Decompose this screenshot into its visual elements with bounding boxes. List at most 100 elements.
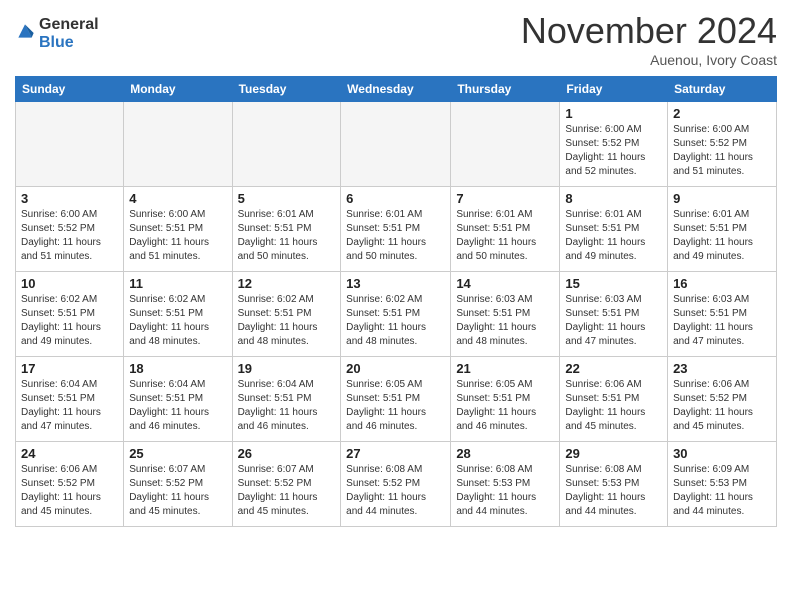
calendar-cell-2-7: 9 Sunrise: 6:01 AM Sunset: 5:51 PM Daylig… bbox=[668, 187, 777, 272]
day-number: 23 bbox=[673, 361, 771, 376]
page: General Blue November 2024 Auenou, Ivory… bbox=[0, 0, 792, 542]
calendar-cell-5-6: 29 Sunrise: 6:08 AM Sunset: 5:53 PM Dayli… bbox=[560, 442, 668, 527]
calendar-header-row: Sunday Monday Tuesday Wednesday Thursday… bbox=[16, 77, 777, 102]
calendar-cell-4-5: 21 Sunrise: 6:05 AM Sunset: 5:51 PM Dayli… bbox=[451, 357, 560, 442]
logo-icon bbox=[15, 21, 35, 41]
calendar-cell-4-1: 17 Sunrise: 6:04 AM Sunset: 5:51 PM Dayli… bbox=[16, 357, 124, 442]
day-number: 29 bbox=[565, 446, 662, 461]
day-info: Sunrise: 6:02 AM Sunset: 5:51 PM Dayligh… bbox=[346, 293, 445, 349]
header: General Blue November 2024 Auenou, Ivory… bbox=[15, 10, 777, 68]
day-number: 24 bbox=[21, 446, 118, 461]
day-info: Sunrise: 6:03 AM Sunset: 5:51 PM Dayligh… bbox=[565, 293, 662, 349]
calendar-cell-2-3: 5Sunrise: 6:01 AM Sunset: 5:51 PM Daylig… bbox=[232, 187, 341, 272]
header-friday: Friday bbox=[560, 77, 668, 102]
calendar-cell-3-4: 13 Sunrise: 6:02 AM Sunset: 5:51 PM Dayli… bbox=[341, 272, 451, 357]
day-number: 7 bbox=[456, 191, 554, 206]
calendar-cell-3-5: 14 Sunrise: 6:03 AM Sunset: 5:51 PM Dayli… bbox=[451, 272, 560, 357]
day-number: 1 bbox=[565, 106, 662, 121]
day-info: Sunrise: 6:04 AM Sunset: 5:51 PM Dayligh… bbox=[238, 378, 336, 434]
day-number: 15 bbox=[565, 276, 662, 291]
day-number: 30 bbox=[673, 446, 771, 461]
day-info: Sunrise: 6:00 AM Sunset: 5:52 PM Dayligh… bbox=[565, 123, 662, 179]
header-tuesday: Tuesday bbox=[232, 77, 341, 102]
calendar-cell-4-2: 18 Sunrise: 6:04 AM Sunset: 5:51 PM Dayli… bbox=[124, 357, 232, 442]
day-info: Sunrise: 6:04 AM Sunset: 5:51 PM Dayligh… bbox=[21, 378, 118, 434]
day-number: 26 bbox=[238, 446, 336, 461]
day-number: 4 bbox=[129, 191, 226, 206]
calendar-cell-3-6: 15 Sunrise: 6:03 AM Sunset: 5:51 PM Dayli… bbox=[560, 272, 668, 357]
calendar-cell-4-3: 19 Sunrise: 6:04 AM Sunset: 5:51 PM Dayli… bbox=[232, 357, 341, 442]
calendar-cell-5-1: 24 Sunrise: 6:06 AM Sunset: 5:52 PM Dayli… bbox=[16, 442, 124, 527]
day-number: 18 bbox=[129, 361, 226, 376]
day-number: 6 bbox=[346, 191, 445, 206]
week-row-5: 24 Sunrise: 6:06 AM Sunset: 5:52 PM Dayli… bbox=[16, 442, 777, 527]
calendar-cell-3-7: 16Sunrise: 6:03 AM Sunset: 5:51 PM Dayli… bbox=[668, 272, 777, 357]
calendar-cell-4-7: 23 Sunrise: 6:06 AM Sunset: 5:52 PM Dayli… bbox=[668, 357, 777, 442]
day-info: Sunrise: 6:08 AM Sunset: 5:53 PM Dayligh… bbox=[456, 463, 554, 519]
header-monday: Monday bbox=[124, 77, 232, 102]
calendar-cell-2-4: 6 Sunrise: 6:01 AM Sunset: 5:51 PM Daylig… bbox=[341, 187, 451, 272]
calendar-cell-4-4: 20Sunrise: 6:05 AM Sunset: 5:51 PM Dayli… bbox=[341, 357, 451, 442]
day-number: 21 bbox=[456, 361, 554, 376]
day-info: Sunrise: 6:05 AM Sunset: 5:51 PM Dayligh… bbox=[456, 378, 554, 434]
calendar-cell-1-1 bbox=[16, 102, 124, 187]
day-info: Sunrise: 6:08 AM Sunset: 5:53 PM Dayligh… bbox=[565, 463, 662, 519]
day-number: 2 bbox=[673, 106, 771, 121]
calendar-cell-5-4: 27Sunrise: 6:08 AM Sunset: 5:52 PM Dayli… bbox=[341, 442, 451, 527]
logo: General Blue bbox=[15, 16, 99, 51]
calendar-cell-1-7: 2 Sunrise: 6:00 AM Sunset: 5:52 PM Daylig… bbox=[668, 102, 777, 187]
calendar-cell-3-2: 11Sunrise: 6:02 AM Sunset: 5:51 PM Dayli… bbox=[124, 272, 232, 357]
day-number: 28 bbox=[456, 446, 554, 461]
header-saturday: Saturday bbox=[668, 77, 777, 102]
day-number: 14 bbox=[456, 276, 554, 291]
day-info: Sunrise: 6:06 AM Sunset: 5:51 PM Dayligh… bbox=[565, 378, 662, 434]
calendar-cell-1-2 bbox=[124, 102, 232, 187]
day-number: 3 bbox=[21, 191, 118, 206]
day-info: Sunrise: 6:07 AM Sunset: 5:52 PM Dayligh… bbox=[238, 463, 336, 519]
day-info: Sunrise: 6:01 AM Sunset: 5:51 PM Dayligh… bbox=[673, 208, 771, 264]
day-info: Sunrise: 6:03 AM Sunset: 5:51 PM Dayligh… bbox=[456, 293, 554, 349]
day-info: Sunrise: 6:06 AM Sunset: 5:52 PM Dayligh… bbox=[673, 378, 771, 434]
day-info: Sunrise: 6:06 AM Sunset: 5:52 PM Dayligh… bbox=[21, 463, 118, 519]
day-number: 25 bbox=[129, 446, 226, 461]
day-number: 17 bbox=[21, 361, 118, 376]
day-number: 13 bbox=[346, 276, 445, 291]
day-number: 5 bbox=[238, 191, 336, 206]
calendar-cell-3-1: 10Sunrise: 6:02 AM Sunset: 5:51 PM Dayli… bbox=[16, 272, 124, 357]
calendar-cell-2-6: 8 Sunrise: 6:01 AM Sunset: 5:51 PM Daylig… bbox=[560, 187, 668, 272]
day-info: Sunrise: 6:00 AM Sunset: 5:52 PM Dayligh… bbox=[673, 123, 771, 179]
day-number: 9 bbox=[673, 191, 771, 206]
day-number: 20 bbox=[346, 361, 445, 376]
calendar-cell-1-3 bbox=[232, 102, 341, 187]
month-title: November 2024 bbox=[521, 10, 777, 52]
calendar-cell-5-2: 25Sunrise: 6:07 AM Sunset: 5:52 PM Dayli… bbox=[124, 442, 232, 527]
day-number: 8 bbox=[565, 191, 662, 206]
calendar-cell-1-4 bbox=[341, 102, 451, 187]
calendar-cell-4-6: 22 Sunrise: 6:06 AM Sunset: 5:51 PM Dayli… bbox=[560, 357, 668, 442]
calendar-cell-3-3: 12Sunrise: 6:02 AM Sunset: 5:51 PM Dayli… bbox=[232, 272, 341, 357]
calendar-cell-1-6: 1 Sunrise: 6:00 AM Sunset: 5:52 PM Daylig… bbox=[560, 102, 668, 187]
header-thursday: Thursday bbox=[451, 77, 560, 102]
calendar-cell-2-5: 7 Sunrise: 6:01 AM Sunset: 5:51 PM Daylig… bbox=[451, 187, 560, 272]
day-number: 10 bbox=[21, 276, 118, 291]
logo-blue: Blue bbox=[39, 34, 99, 52]
calendar-cell-5-5: 28 Sunrise: 6:08 AM Sunset: 5:53 PM Dayli… bbox=[451, 442, 560, 527]
calendar-cell-5-3: 26 Sunrise: 6:07 AM Sunset: 5:52 PM Dayli… bbox=[232, 442, 341, 527]
day-info: Sunrise: 6:02 AM Sunset: 5:51 PM Dayligh… bbox=[238, 293, 336, 349]
day-info: Sunrise: 6:04 AM Sunset: 5:51 PM Dayligh… bbox=[129, 378, 226, 434]
day-info: Sunrise: 6:09 AM Sunset: 5:53 PM Dayligh… bbox=[673, 463, 771, 519]
logo-general: General bbox=[39, 16, 99, 34]
title-block: November 2024 Auenou, Ivory Coast bbox=[521, 10, 777, 68]
day-info: Sunrise: 6:08 AM Sunset: 5:52 PM Dayligh… bbox=[346, 463, 445, 519]
day-info: Sunrise: 6:01 AM Sunset: 5:51 PM Dayligh… bbox=[565, 208, 662, 264]
day-info: Sunrise: 6:02 AM Sunset: 5:51 PM Dayligh… bbox=[129, 293, 226, 349]
calendar-cell-2-1: 3Sunrise: 6:00 AM Sunset: 5:52 PM Daylig… bbox=[16, 187, 124, 272]
week-row-4: 17 Sunrise: 6:04 AM Sunset: 5:51 PM Dayli… bbox=[16, 357, 777, 442]
day-info: Sunrise: 6:01 AM Sunset: 5:51 PM Dayligh… bbox=[456, 208, 554, 264]
calendar-cell-1-5 bbox=[451, 102, 560, 187]
day-number: 19 bbox=[238, 361, 336, 376]
location-subtitle: Auenou, Ivory Coast bbox=[521, 52, 777, 68]
calendar-cell-5-7: 30 Sunrise: 6:09 AM Sunset: 5:53 PM Dayli… bbox=[668, 442, 777, 527]
day-info: Sunrise: 6:01 AM Sunset: 5:51 PM Dayligh… bbox=[346, 208, 445, 264]
day-number: 22 bbox=[565, 361, 662, 376]
